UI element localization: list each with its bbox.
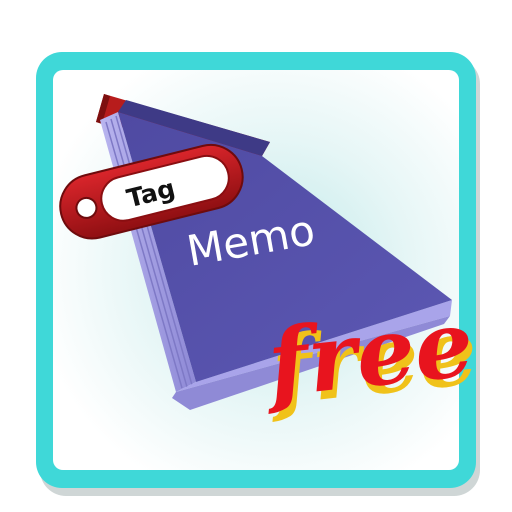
icon-artwork: Tag Memo free free <box>36 52 482 496</box>
free-label: free <box>257 289 478 418</box>
app-icon: Tag Memo free free <box>0 0 512 512</box>
